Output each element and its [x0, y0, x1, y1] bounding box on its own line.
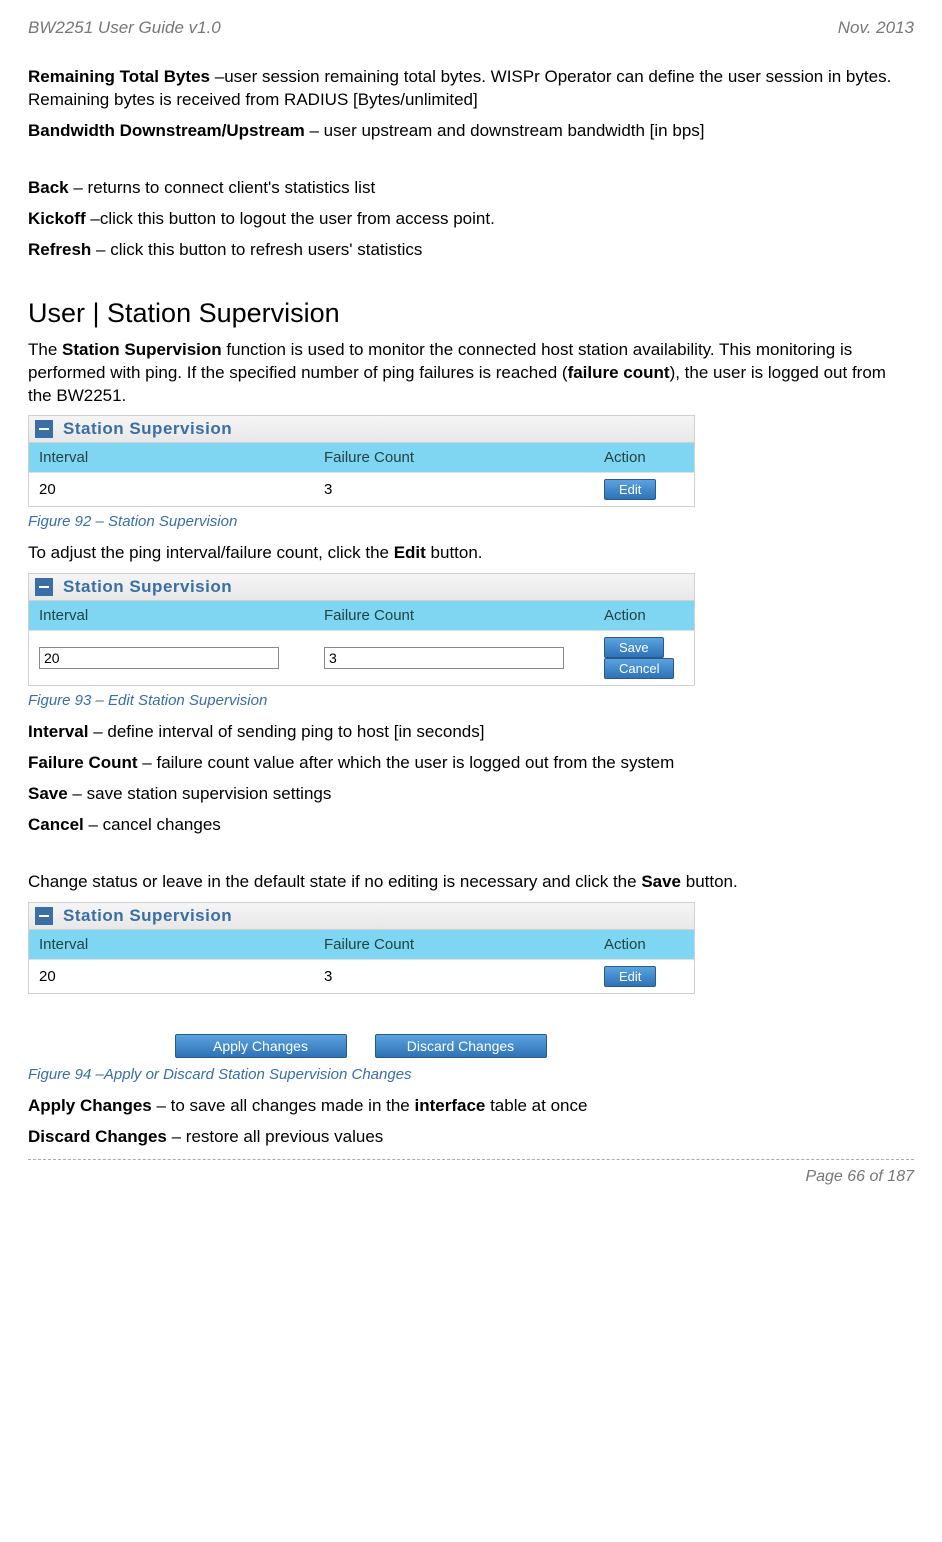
station-supervision-panel-view1: Station Supervision Interval Failure Cou…: [28, 415, 695, 507]
term: Refresh: [28, 240, 91, 259]
section-intro: The Station Supervision function is used…: [28, 339, 914, 408]
term: Discard Changes: [28, 1127, 167, 1146]
panel-row: 20 3 Edit: [29, 959, 694, 993]
panel-header: Station Supervision: [29, 574, 694, 601]
def-discard-changes: Discard Changes – restore all previous v…: [28, 1126, 914, 1149]
desc: failure count value after which the user…: [156, 753, 674, 772]
term: Kickoff: [28, 209, 86, 228]
def-interval: Interval – define interval of sending pi…: [28, 721, 914, 744]
doc-date: Nov. 2013: [838, 18, 914, 38]
term: Back: [28, 178, 69, 197]
change-sentence: Change status or leave in the default st…: [28, 871, 914, 894]
term: Save: [28, 784, 68, 803]
def-save: Save – save station supervision settings: [28, 783, 914, 806]
desc: save station supervision settings: [87, 784, 332, 803]
panel-title: Station Supervision: [63, 906, 232, 926]
panel-columns: Interval Failure Count Action: [29, 601, 694, 630]
collapse-icon[interactable]: [35, 420, 53, 438]
cell-action: Save Cancel: [594, 631, 694, 685]
sep: –: [68, 784, 87, 803]
collapse-icon[interactable]: [35, 907, 53, 925]
desc: click this button to logout the user fro…: [100, 209, 495, 228]
term: Cancel: [28, 815, 84, 834]
desc: cancel changes: [103, 815, 221, 834]
desc: define interval of sending ping to host …: [107, 722, 484, 741]
discard-changes-button[interactable]: Discard Changes: [375, 1034, 547, 1058]
sep: –: [86, 209, 100, 228]
term: Failure Count: [28, 753, 138, 772]
footer-divider: [28, 1159, 914, 1160]
sep: –: [152, 1096, 171, 1115]
def-apply-changes: Apply Changes – to save all changes made…: [28, 1095, 914, 1118]
section-heading: User | Station Supervision: [28, 298, 914, 329]
edit-button[interactable]: Edit: [604, 479, 656, 500]
station-supervision-panel-view2: Station Supervision Interval Failure Cou…: [28, 902, 695, 994]
def-back: Back – returns to connect client's stati…: [28, 177, 914, 200]
edit-sentence: To adjust the ping interval/failure coun…: [28, 542, 914, 565]
def-remaining-total-bytes: Remaining Total Bytes –user session rema…: [28, 66, 914, 112]
sep: –: [84, 815, 103, 834]
save-button[interactable]: Save: [604, 637, 664, 658]
col-failure: Failure Count: [314, 930, 594, 959]
def-refresh: Refresh – click this button to refresh u…: [28, 239, 914, 262]
sep: –: [210, 67, 224, 86]
sep: –: [88, 722, 107, 741]
def-cancel: Cancel – cancel changes: [28, 814, 914, 837]
sep: –: [91, 240, 110, 259]
col-interval: Interval: [29, 443, 314, 472]
col-action: Action: [594, 601, 694, 630]
desc: click this button to refresh users' stat…: [110, 240, 422, 259]
panel-row: 20 3 Edit: [29, 472, 694, 506]
term: Apply Changes: [28, 1096, 152, 1115]
cell-failure: 3: [314, 475, 594, 504]
cancel-button[interactable]: Cancel: [604, 658, 674, 679]
panel-title: Station Supervision: [63, 577, 232, 597]
col-action: Action: [594, 930, 694, 959]
col-failure: Failure Count: [314, 601, 594, 630]
figure-94-caption: Figure 94 –Apply or Discard Station Supe…: [28, 1066, 914, 1083]
panel-header: Station Supervision: [29, 416, 694, 443]
panel-columns: Interval Failure Count Action: [29, 443, 694, 472]
sep: –: [69, 178, 88, 197]
def-failure-count: Failure Count – failure count value afte…: [28, 752, 914, 775]
sep: –: [305, 121, 324, 140]
col-interval: Interval: [29, 930, 314, 959]
cell-interval: 20: [29, 475, 314, 504]
collapse-icon[interactable]: [35, 578, 53, 596]
panel-header: Station Supervision: [29, 903, 694, 930]
apply-discard-row: Apply Changes Discard Changes: [28, 1034, 693, 1058]
sep: –: [138, 753, 157, 772]
panel-row: Save Cancel: [29, 630, 694, 685]
cell-interval: [29, 641, 314, 675]
page-number: Page 66 of 187: [28, 1168, 914, 1186]
figure-92-caption: Figure 92 – Station Supervision: [28, 513, 914, 530]
cell-failure: 3: [314, 962, 594, 991]
cell-failure: [314, 641, 594, 675]
def-kickoff: Kickoff –click this button to logout the…: [28, 208, 914, 231]
term: Bandwidth Downstream/Upstream: [28, 121, 305, 140]
apply-changes-button[interactable]: Apply Changes: [175, 1034, 347, 1058]
cell-action: Edit: [594, 473, 694, 506]
cell-interval: 20: [29, 962, 314, 991]
def-bandwidth: Bandwidth Downstream/Upstream – user ups…: [28, 120, 914, 143]
col-failure: Failure Count: [314, 443, 594, 472]
interval-input[interactable]: [39, 647, 279, 669]
panel-columns: Interval Failure Count Action: [29, 930, 694, 959]
desc: returns to connect client's statistics l…: [88, 178, 376, 197]
sep: –: [167, 1127, 186, 1146]
station-supervision-panel-edit: Station Supervision Interval Failure Cou…: [28, 573, 695, 686]
failure-input[interactable]: [324, 647, 564, 669]
col-action: Action: [594, 443, 694, 472]
edit-button[interactable]: Edit: [604, 966, 656, 987]
term: Interval: [28, 722, 88, 741]
col-interval: Interval: [29, 601, 314, 630]
doc-title: BW2251 User Guide v1.0: [28, 18, 221, 38]
term: Remaining Total Bytes: [28, 67, 210, 86]
cell-action: Edit: [594, 960, 694, 993]
figure-93-caption: Figure 93 – Edit Station Supervision: [28, 692, 914, 709]
desc: restore all previous values: [186, 1127, 383, 1146]
panel-title: Station Supervision: [63, 419, 232, 439]
desc: user upstream and downstream bandwidth […: [324, 121, 705, 140]
